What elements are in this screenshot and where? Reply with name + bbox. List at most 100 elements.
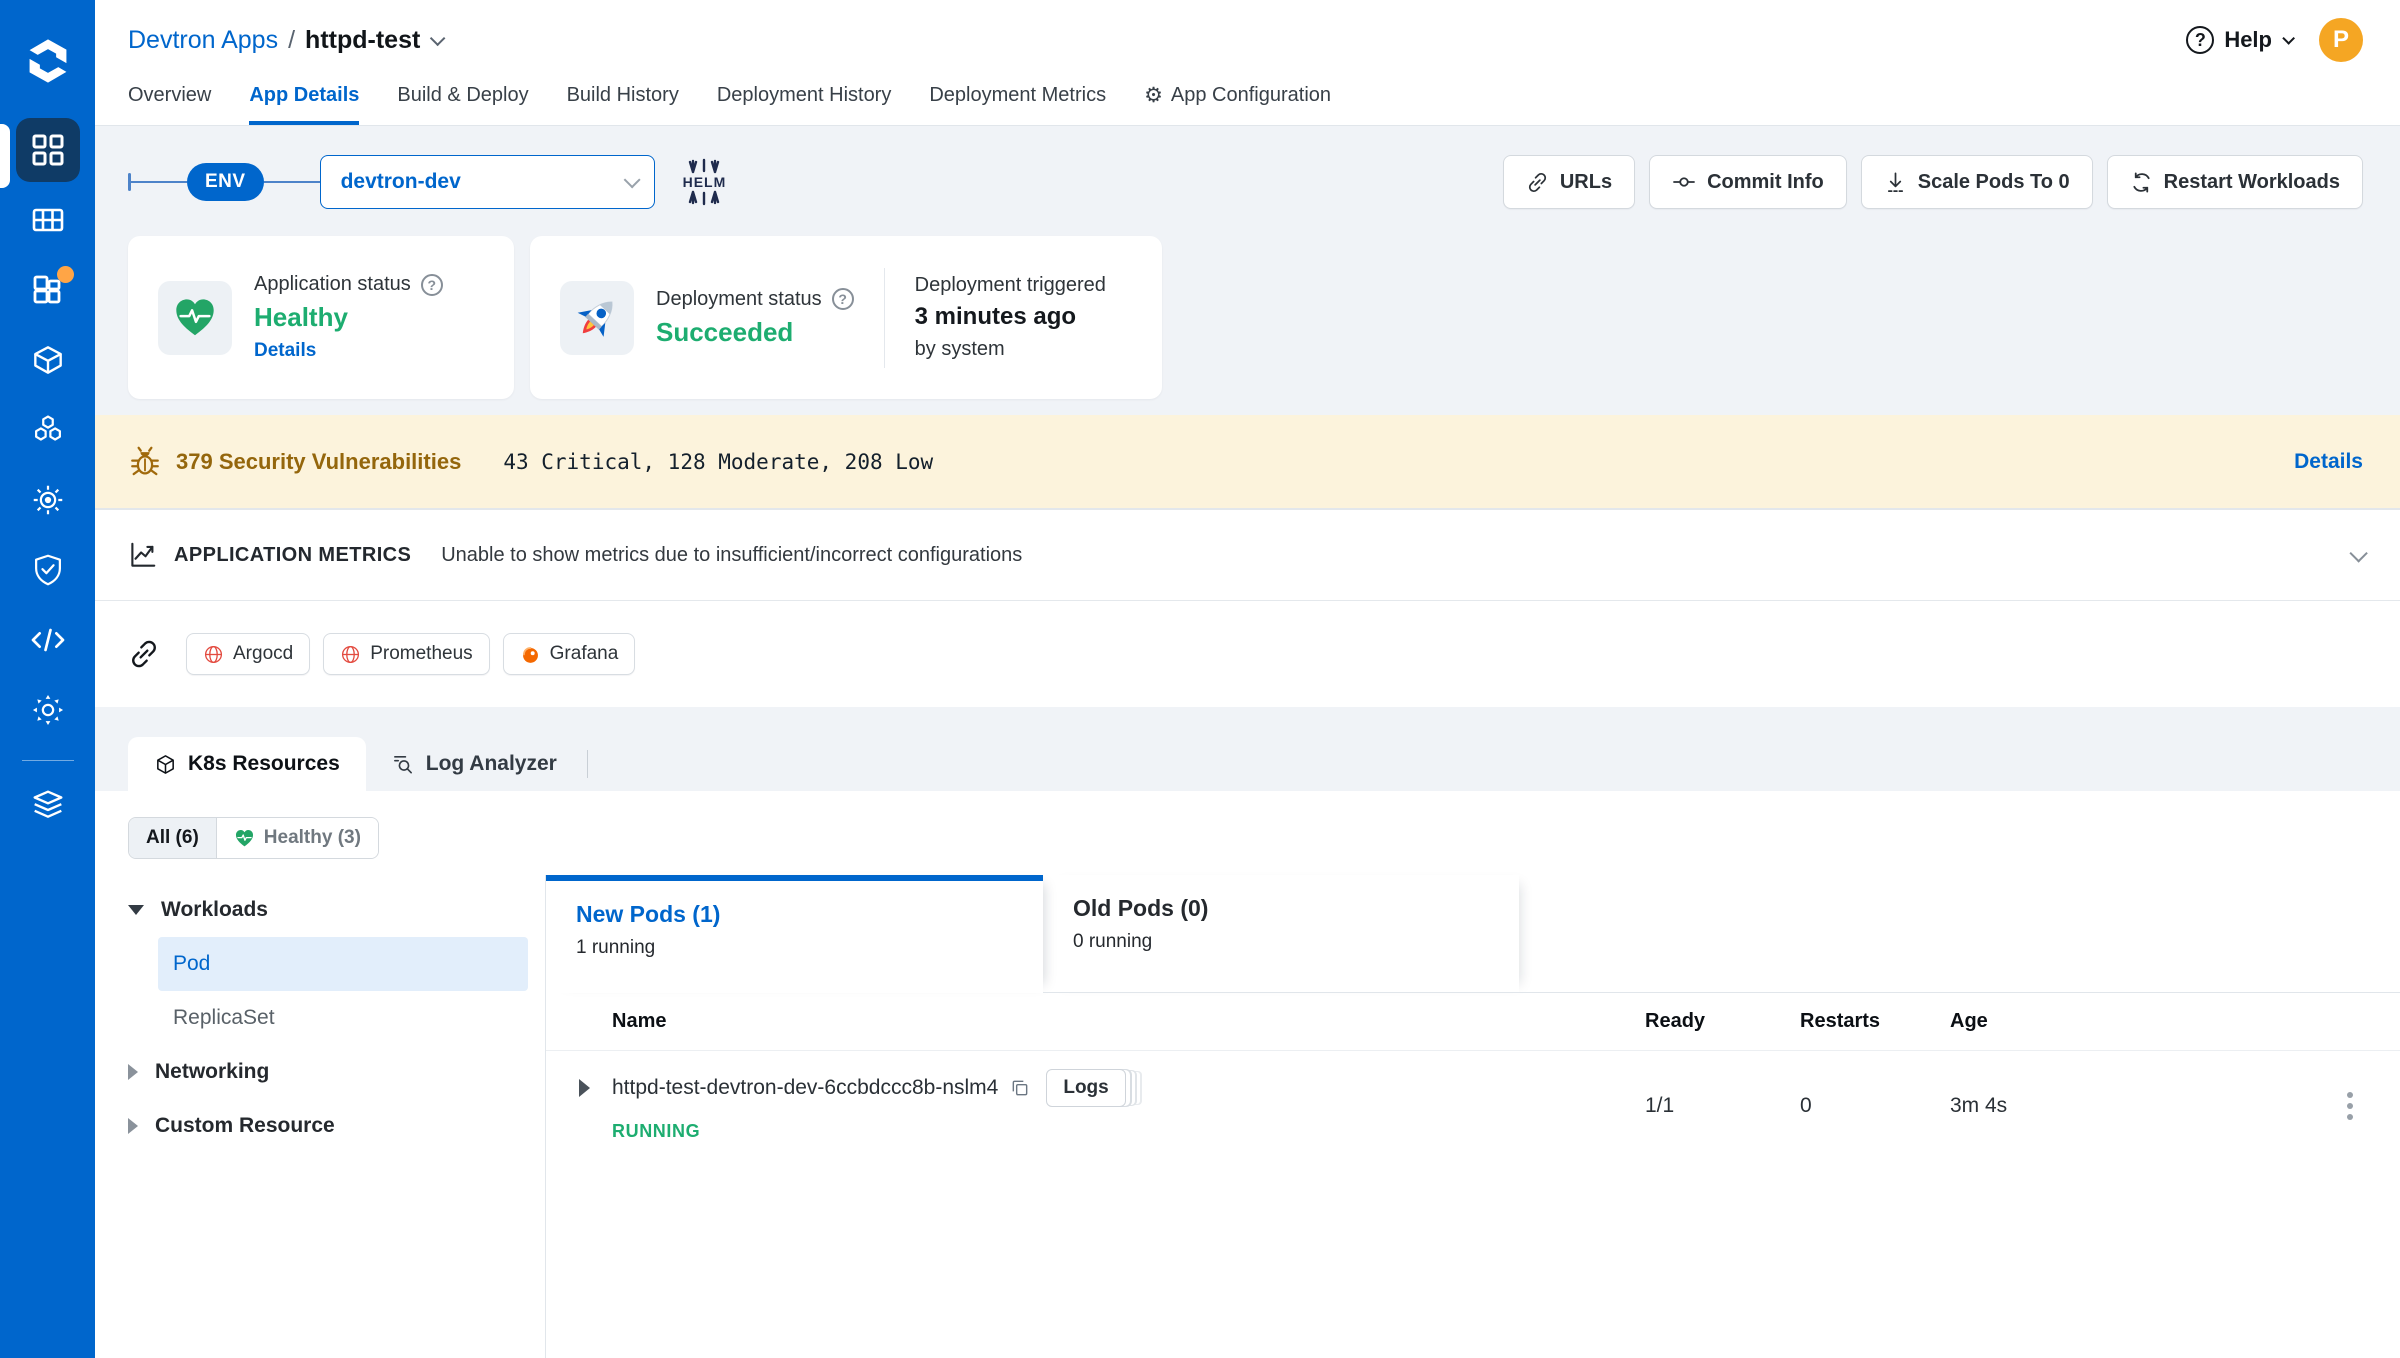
tree-group-workloads[interactable]: Workloads [95, 883, 545, 937]
tab-log-analyzer[interactable]: Log Analyzer [366, 737, 583, 791]
active-nav-indicator [0, 124, 10, 188]
help-circle-icon[interactable]: ? [420, 273, 443, 296]
table-grid-icon [30, 202, 66, 238]
tab-build-history[interactable]: Build History [567, 84, 679, 125]
tab-separator [586, 750, 588, 778]
env-line [131, 181, 187, 183]
tab-old-pods-subtitle: 0 running [1073, 931, 1153, 952]
app-switcher-chevron-icon[interactable] [430, 30, 446, 46]
tab-old-pods[interactable]: Old Pods (0) 0 running [1043, 875, 1519, 993]
breadcrumb-current: httpd-test [305, 25, 421, 54]
helm-icon: HELM [683, 158, 727, 206]
sidebar-item-resource-browser[interactable] [16, 398, 80, 462]
sidebar [0, 0, 95, 1358]
pods-table: Name Ready Restarts Age httpd-test-devtr… [546, 993, 2400, 1164]
caret-right-icon [128, 1118, 138, 1134]
link-chip-label: Grafana [549, 643, 619, 664]
tree-group-networking-label: Networking [155, 1060, 270, 1083]
security-banner-summary: 43 Critical, 128 Moderate, 208 Low [503, 449, 934, 474]
help-circle-icon[interactable]: ? [831, 288, 854, 310]
chevron-down-icon [623, 171, 641, 189]
sidebar-item-chart-store[interactable] [16, 328, 80, 392]
tab-app-details[interactable]: App Details [249, 84, 360, 125]
help-label: Help [2224, 27, 2272, 52]
pod-restarts: 0 [1800, 1093, 1812, 1117]
tab-deployment-metrics[interactable]: Deployment Metrics [929, 84, 1106, 125]
environment-select-value: devtron-dev [340, 170, 461, 193]
sidebar-item-global-config[interactable] [16, 678, 80, 742]
tab-app-configuration-label: App Configuration [1170, 84, 1332, 106]
pods-tabs: New Pods (1) 1 running Old Pods (0) 0 ru… [546, 875, 2400, 993]
restart-workloads-button[interactable]: Restart Workloads [2106, 155, 2363, 209]
devtron-logo-icon[interactable] [21, 34, 75, 88]
urls-button[interactable]: URLs [1502, 155, 1636, 209]
tree-item-replicaset[interactable]: ReplicaSet [158, 991, 528, 1045]
heart-pulse-icon [158, 280, 232, 355]
pod-name-cell: httpd-test-devtron-dev-6ccbdccc8b-nslm4 … [546, 1069, 1645, 1142]
help-menu[interactable]: ? Help [2186, 26, 2295, 54]
status-cards: Application status ? Healthy Details Dep… [128, 236, 2363, 399]
filter-healthy[interactable]: Healthy (3) [216, 818, 378, 858]
logs-button[interactable]: Logs [1046, 1069, 1126, 1107]
row-expand-caret-icon[interactable] [579, 1079, 590, 1097]
sidebar-item-bulk-edit[interactable] [16, 468, 80, 532]
filter-all-label: All (6) [146, 827, 199, 848]
tree-item-pod[interactable]: Pod [158, 937, 528, 991]
scale-pods-button[interactable]: Scale Pods To 0 [1860, 155, 2093, 209]
pod-status: RUNNING [612, 1121, 701, 1141]
deployment-status-card: Deployment status ? Succeeded Deployment… [530, 236, 1162, 399]
breadcrumb: Devtron Apps / httpd-test [128, 25, 446, 55]
tab-deployment-history[interactable]: Deployment History [717, 84, 892, 125]
tab-overview[interactable]: Overview [128, 84, 211, 125]
caret-right-icon [128, 1064, 138, 1080]
copy-icon[interactable] [1010, 1078, 1030, 1098]
avatar[interactable]: P [2319, 18, 2363, 62]
k8s-resources-panel: All (6) Healthy (3) Workloads Pod Replic… [95, 791, 2400, 1358]
helm-label: HELM [682, 174, 727, 190]
sidebar-item-jobs[interactable] [16, 188, 80, 252]
link-chip-prometheus[interactable]: Prometheus [323, 633, 490, 675]
kebab-menu-icon[interactable] [2341, 1086, 2359, 1126]
deployment-triggered-label: Deployment triggered [914, 274, 1106, 296]
link-chip-argocd[interactable]: Argocd [186, 633, 311, 675]
commit-info-button[interactable]: Commit Info [1649, 155, 1847, 209]
pod-name[interactable]: httpd-test-devtron-dev-6ccbdccc8b-nslm4 [612, 1076, 998, 1100]
application-metrics-message: Unable to show metrics due to insufficie… [441, 543, 1023, 566]
security-vulnerabilities-banner: 379 Security Vulnerabilities 43 Critical… [95, 415, 2400, 510]
env-actions: URLs Commit Info Scale Pods To 0 Restart… [1502, 155, 2363, 209]
sidebar-item-applications[interactable] [15, 118, 80, 182]
application-metrics-bar: APPLICATION METRICS Unable to show metri… [95, 510, 2400, 601]
sidebar-item-code[interactable] [16, 608, 80, 672]
link-chip-grafana[interactable]: Grafana [502, 633, 636, 675]
application-status-details-link[interactable]: Details [254, 340, 443, 362]
tab-log-analyzer-label: Log Analyzer [425, 752, 557, 775]
tree-group-networking[interactable]: Networking [95, 1045, 545, 1099]
app-header: Devtron Apps / httpd-test ? Help P Overv… [95, 0, 2400, 126]
link-chip-label: Argocd [233, 643, 294, 664]
tab-new-pods[interactable]: New Pods (1) 1 running [546, 875, 1043, 993]
sidebar-item-security[interactable] [16, 538, 80, 602]
tab-build-deploy[interactable]: Build & Deploy [397, 84, 528, 125]
health-filter-group: All (6) Healthy (3) [128, 817, 379, 859]
caret-down-icon [128, 905, 144, 915]
filter-healthy-label: Healthy (3) [263, 827, 361, 848]
pods-panel: New Pods (1) 1 running Old Pods (0) 0 ru… [545, 875, 2400, 1358]
tab-k8s-resources[interactable]: K8s Resources [128, 737, 366, 791]
sidebar-item-stack[interactable] [16, 773, 80, 837]
arrow-down-icon [1887, 172, 1903, 192]
filter-all[interactable]: All (6) [129, 818, 217, 858]
tab-app-configuration[interactable]: ⚙ App Configuration [1144, 84, 1331, 125]
metrics-expand-chevron-icon[interactable] [2349, 543, 2368, 563]
security-details-link[interactable]: Details [2294, 450, 2363, 474]
sidebar-divider [21, 760, 74, 761]
sun-gear-icon [29, 481, 67, 519]
deployment-triggered-by: by system [914, 338, 1005, 360]
tree-group-custom-resource[interactable]: Custom Resource [95, 1099, 545, 1153]
environment-select[interactable]: devtron-dev [319, 155, 655, 209]
sidebar-item-app-groups[interactable] [16, 258, 80, 322]
log-search-icon [393, 755, 412, 773]
help-chevron-icon [2282, 31, 2295, 45]
breadcrumb-root-link[interactable]: Devtron Apps [128, 26, 278, 55]
tab-k8s-resources-label: K8s Resources [188, 752, 340, 775]
line-chart-icon [131, 542, 156, 567]
